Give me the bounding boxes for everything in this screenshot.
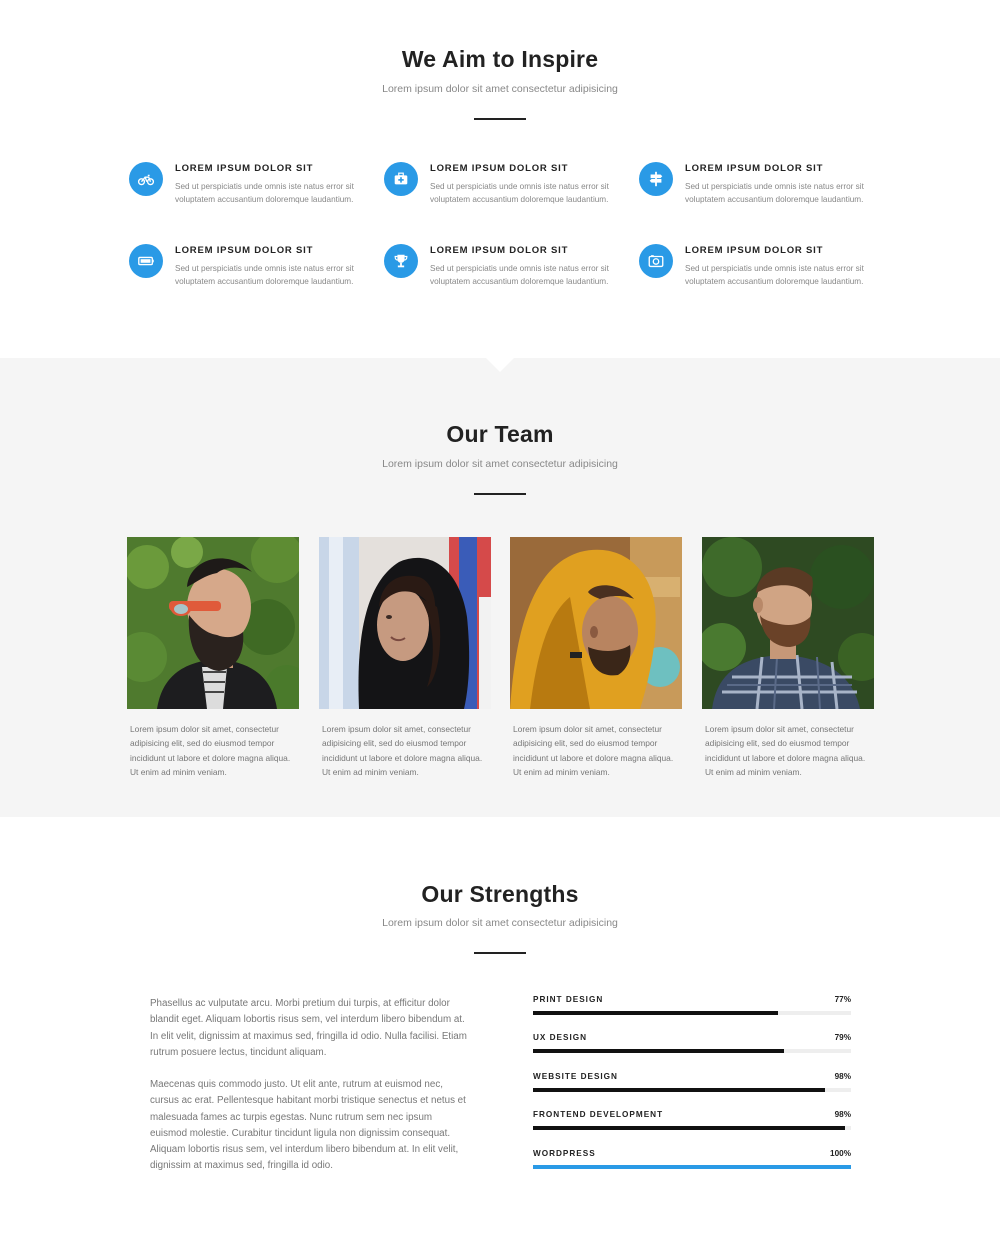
team-photo <box>510 537 682 709</box>
team-member-bio: Lorem ipsum dolor sit amet, consectetur … <box>130 724 291 777</box>
skill-fill <box>533 1011 778 1015</box>
feature-item: LOREM IPSUM DOLOR SIT Sed ut perspiciati… <box>384 244 634 304</box>
feature-title: LOREM IPSUM DOLOR SIT <box>175 163 314 174</box>
skill-track <box>533 1126 851 1130</box>
feature-text: Sed ut perspiciatis unde omnis iste natu… <box>430 264 609 286</box>
inspire-subtitle: Lorem ipsum dolor sit amet consectetur a… <box>382 83 618 95</box>
skill-track <box>533 1165 851 1169</box>
feature-item: LOREM IPSUM DOLOR SIT Sed ut perspiciati… <box>639 162 889 222</box>
feature-title: LOREM IPSUM DOLOR SIT <box>685 245 824 256</box>
skill-percent: 79% <box>834 1033 851 1042</box>
feature-title: LOREM IPSUM DOLOR SIT <box>685 163 824 174</box>
skill-bar: UX DESIGN 79% <box>533 1033 851 1069</box>
strengths-paragraph: Phasellus ac vulputate arcu. Morbi preti… <box>150 998 467 1058</box>
skill-percent: 77% <box>834 995 851 1004</box>
team-section: Our Team Lorem ipsum dolor sit amet cons… <box>0 358 1000 831</box>
strengths-divider <box>474 952 526 954</box>
team-subtitle: Lorem ipsum dolor sit amet consectetur a… <box>382 458 618 470</box>
feature-title: LOREM IPSUM DOLOR SIT <box>430 163 569 174</box>
section-notch <box>486 358 514 372</box>
skill-track <box>533 1011 851 1015</box>
skill-fill <box>533 1165 851 1169</box>
skill-bar: FRONTEND DEVELOPMENT 98% <box>533 1110 851 1146</box>
inspire-section: We Aim to Inspire Lorem ipsum dolor sit … <box>0 0 1000 358</box>
first-aid-kit-icon <box>384 162 418 196</box>
skill-percent: 100% <box>830 1149 851 1158</box>
skill-name: WEBSITE DESIGN <box>533 1072 618 1081</box>
team-member-bio: Lorem ipsum dolor sit amet, consectetur … <box>705 724 866 777</box>
skill-name: UX DESIGN <box>533 1033 588 1042</box>
woman-black-hood-photo <box>319 537 491 709</box>
signpost-icon <box>639 162 673 196</box>
motorcycle-icon <box>129 162 163 196</box>
feature-item: LOREM IPSUM DOLOR SIT Sed ut perspiciati… <box>129 244 379 304</box>
skill-fill <box>533 1088 825 1092</box>
team-divider <box>474 493 526 495</box>
team-photo <box>319 537 491 709</box>
trophy-icon <box>384 244 418 278</box>
skill-percent: 98% <box>834 1110 851 1119</box>
skill-bar: WORDPRESS 100% <box>533 1149 851 1185</box>
skill-bar: PRINT DESIGN 77% <box>533 995 851 1031</box>
feature-text: Sed ut perspiciatis unde omnis iste natu… <box>685 182 864 204</box>
feature-item: LOREM IPSUM DOLOR SIT Sed ut perspiciati… <box>384 162 634 222</box>
skill-name: FRONTEND DEVELOPMENT <box>533 1110 664 1119</box>
team-member-bio: Lorem ipsum dolor sit amet, consectetur … <box>322 724 483 777</box>
skill-name: PRINT DESIGN <box>533 995 604 1004</box>
team-member-bio: Lorem ipsum dolor sit amet, consectetur … <box>513 724 674 777</box>
feature-item: LOREM IPSUM DOLOR SIT Sed ut perspiciati… <box>129 162 379 222</box>
camera-icon <box>639 244 673 278</box>
man-yellow-hood-photo <box>510 537 682 709</box>
inspire-divider <box>474 118 526 120</box>
battery-icon <box>129 244 163 278</box>
strengths-subtitle: Lorem ipsum dolor sit amet consectetur a… <box>382 917 618 929</box>
man-plaid-shirt-photo <box>702 537 874 709</box>
feature-text: Sed ut perspiciatis unde omnis iste natu… <box>175 182 354 204</box>
feature-text: Sed ut perspiciatis unde omnis iste natu… <box>685 264 864 286</box>
team-photo <box>702 537 874 709</box>
inspire-title: We Aim to Inspire <box>401 46 599 72</box>
feature-text: Sed ut perspiciatis unde omnis iste natu… <box>430 182 609 204</box>
skill-track <box>533 1088 851 1092</box>
feature-title: LOREM IPSUM DOLOR SIT <box>175 245 314 256</box>
skill-track <box>533 1049 851 1053</box>
team-title: Our Team <box>446 421 554 447</box>
skill-percent: 98% <box>834 1072 851 1081</box>
strengths-section: Our Strengths Lorem ipsum dolor sit amet… <box>0 817 1000 1238</box>
skill-name: WORDPRESS <box>533 1149 596 1158</box>
strengths-title: Our Strengths <box>421 881 579 907</box>
strengths-paragraph: Maecenas quis commodo justo. Ut elit ant… <box>150 1079 466 1172</box>
skill-bar: WEBSITE DESIGN 98% <box>533 1072 851 1108</box>
feature-text: Sed ut perspiciatis unde omnis iste natu… <box>175 264 354 286</box>
skill-fill <box>533 1049 785 1053</box>
feature-item: LOREM IPSUM DOLOR SIT Sed ut perspiciati… <box>639 244 889 304</box>
feature-title: LOREM IPSUM DOLOR SIT <box>430 245 569 256</box>
skill-fill <box>533 1126 845 1130</box>
bearded-man-sunglasses-photo <box>127 537 299 709</box>
team-photo <box>127 537 299 709</box>
